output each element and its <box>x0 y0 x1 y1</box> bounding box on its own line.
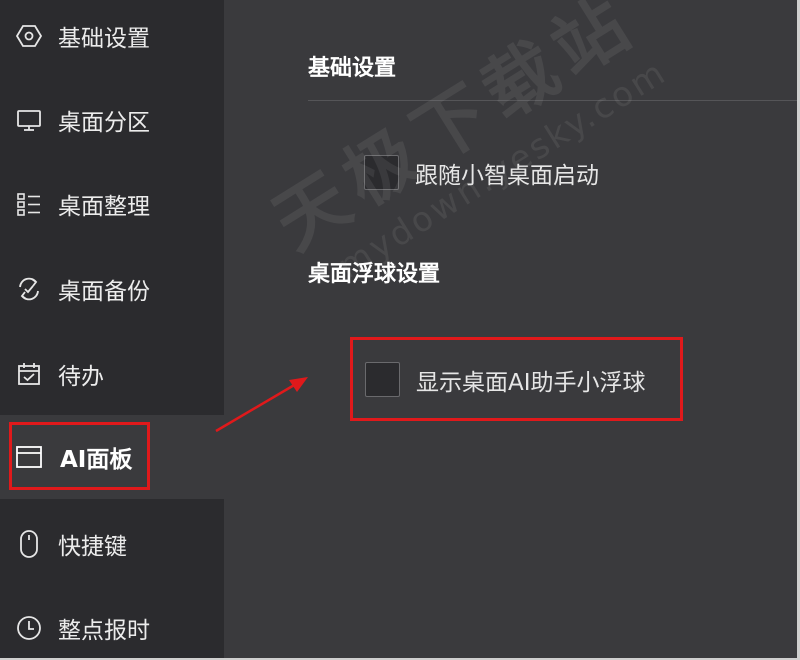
float-ball-checkbox[interactable] <box>365 362 400 397</box>
sync-backup-icon <box>15 275 43 303</box>
grid-list-icon <box>15 190 43 218</box>
sidebar-item-label: 桌面备份 <box>58 279 150 305</box>
sidebar-item-hourly-chime[interactable]: 整点报时 <box>0 586 224 660</box>
option-label: 跟随小智桌面启动 <box>415 162 599 189</box>
sidebar-item-label: AI面板 <box>60 447 133 473</box>
sidebar-item-label: 桌面整理 <box>58 194 150 220</box>
settings-content: 基础设置 跟随小智桌面启动 桌面浮球设置 显示桌面AI助手小浮球 <box>224 0 797 658</box>
launch-checkbox[interactable] <box>364 155 399 190</box>
sidebar: 基础设置 桌面分区 桌面整理 桌面备份 待办 AI面板 快捷键 整点报时 <box>0 0 224 660</box>
sidebar-item-todo[interactable]: 待办 <box>0 332 224 416</box>
sidebar-item-label: 待办 <box>58 364 104 390</box>
sidebar-item-label: 基础设置 <box>58 26 150 52</box>
sidebar-item-basic-settings[interactable]: 基础设置 <box>0 0 224 78</box>
settings-window: 基础设置 桌面分区 桌面整理 桌面备份 待办 AI面板 快捷键 整点报时 基础设… <box>0 0 800 660</box>
mouse-icon <box>15 530 43 558</box>
clock-icon <box>15 614 43 642</box>
hexagon-settings-icon <box>15 22 43 50</box>
option-launch-with-xiaozhi[interactable]: 跟随小智桌面启动 <box>364 155 599 190</box>
sidebar-item-desktop-organize[interactable]: 桌面整理 <box>0 162 224 246</box>
sidebar-item-ai-panel[interactable]: AI面板 <box>0 415 224 499</box>
sidebar-item-label: 整点报时 <box>58 618 150 644</box>
calendar-check-icon <box>15 360 43 388</box>
sidebar-item-label: 桌面分区 <box>58 110 150 136</box>
sidebar-item-desktop-backup[interactable]: 桌面备份 <box>0 247 224 331</box>
sidebar-item-desktop-zones[interactable]: 桌面分区 <box>0 78 224 162</box>
sidebar-item-shortcuts[interactable]: 快捷键 <box>0 502 224 586</box>
panel-window-icon <box>15 443 43 471</box>
section-title-float-ball: 桌面浮球设置 <box>308 262 441 287</box>
section-title-basic: 基础设置 <box>308 56 397 81</box>
sidebar-item-label: 快捷键 <box>58 534 127 560</box>
option-show-ai-float-ball[interactable]: 显示桌面AI助手小浮球 <box>365 362 646 397</box>
option-label: 显示桌面AI助手小浮球 <box>416 369 646 396</box>
monitor-icon <box>15 106 43 134</box>
section-divider <box>308 100 797 101</box>
